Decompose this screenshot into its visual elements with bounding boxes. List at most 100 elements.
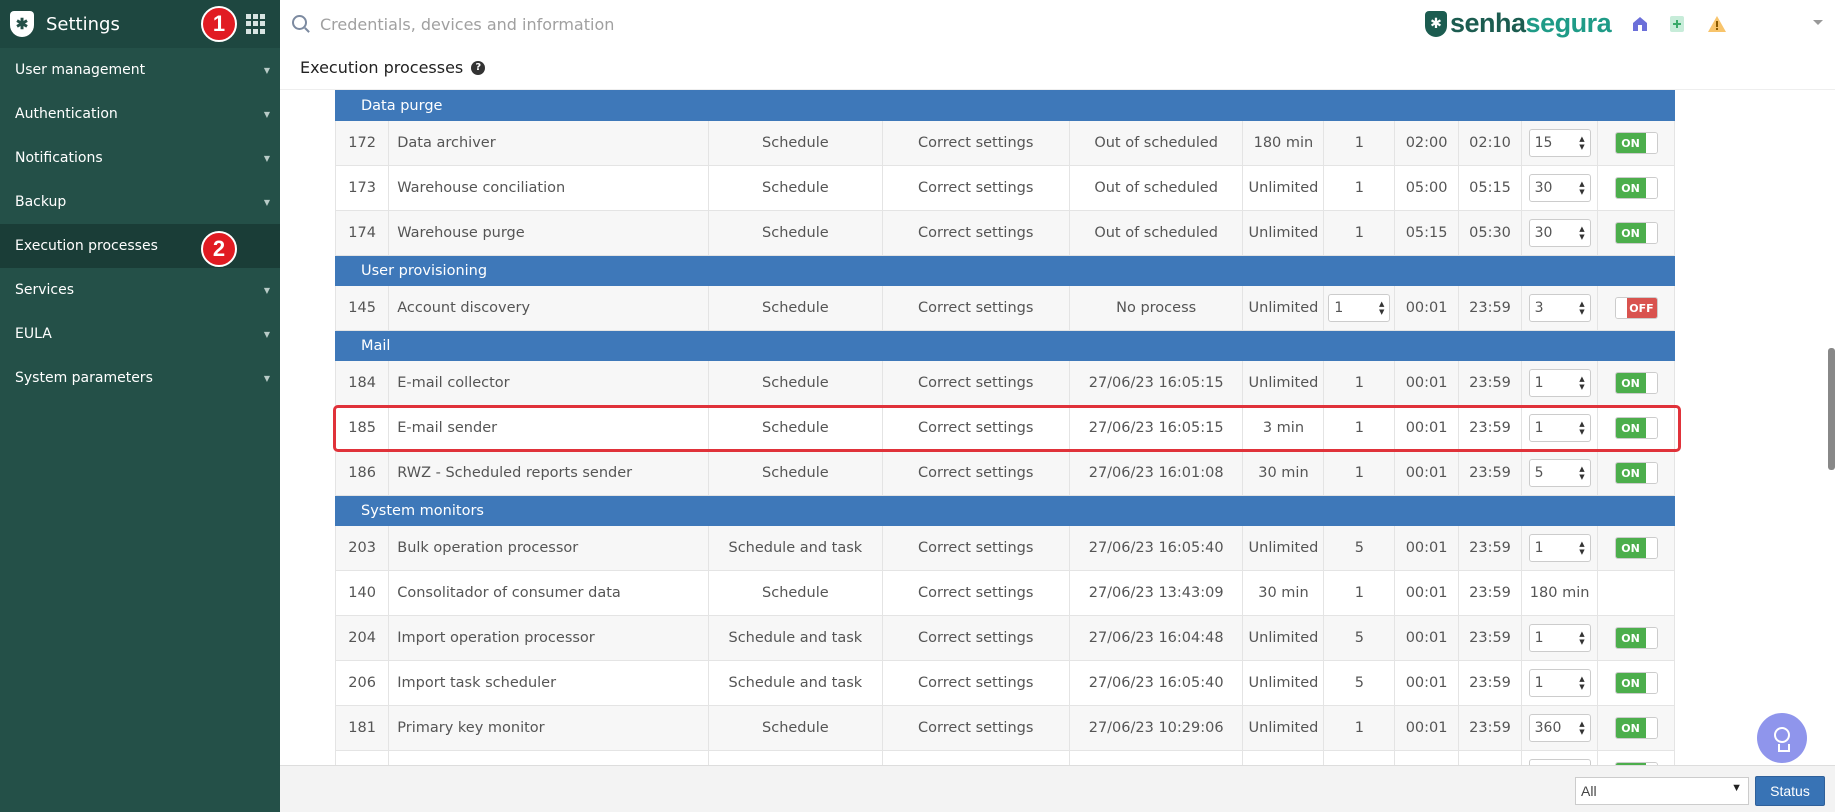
cell-config-text: Correct settings [918, 630, 1034, 646]
status-filter-select[interactable]: All ▼ [1575, 777, 1749, 805]
sidebar-item[interactable]: System parameters ▼ [0, 356, 280, 400]
cell-id-text: 204 [348, 630, 376, 646]
status-toggle[interactable]: OFF [1614, 297, 1658, 319]
sidebar-item[interactable]: User management ▼ [0, 48, 280, 92]
cell-mode-text: Schedule [762, 300, 829, 316]
cell-name: E-mail sender [388, 405, 710, 451]
spinner-arrows-icon[interactable]: ▲ ▼ [1579, 420, 1584, 436]
cell-id-text: 173 [348, 180, 376, 196]
cell-interval: 1 ▲ ▼ [1521, 660, 1599, 706]
cell-last: 27/06/23 16:04:48 [1068, 615, 1244, 661]
cell-config-text: Correct settings [918, 375, 1034, 391]
sidebar-item[interactable]: Authentication ▼ [0, 92, 280, 136]
instances-input[interactable]: 1 ▲ ▼ [1328, 294, 1391, 322]
interval-input[interactable]: 1 ▲ ▼ [1528, 369, 1591, 397]
cell-config: Correct settings [881, 405, 1070, 451]
cell-inst: 1 [1323, 165, 1396, 211]
cell-last: Out of scheduled [1068, 165, 1244, 211]
cell-last: No process [1068, 285, 1244, 331]
instances-input-value: 1 [1334, 300, 1344, 316]
cell-last-text: Out of scheduled [1094, 225, 1218, 241]
spinner-arrows-icon[interactable]: ▲ ▼ [1579, 675, 1584, 691]
sidebar-item[interactable]: Backup ▼ [0, 180, 280, 224]
table-row: 186 RWZ - Scheduled reports sender Schedul… [334, 450, 1675, 496]
search-input[interactable] [320, 12, 820, 36]
cell-start: 00:01 [1394, 285, 1459, 331]
status-toggle[interactable]: ON [1614, 132, 1658, 154]
spinner-arrows-icon[interactable]: ▲ ▼ [1579, 135, 1584, 151]
status-button[interactable]: Status [1755, 776, 1825, 806]
spinner-arrows-icon[interactable]: ▲ ▼ [1379, 300, 1384, 316]
status-toggle[interactable]: ON [1614, 372, 1658, 394]
interval-input[interactable]: 30 ▲ ▼ [1528, 219, 1591, 247]
cell-mode: Schedule [708, 165, 883, 211]
cell-mode-text: Schedule [762, 585, 829, 601]
cell-mode-text: Schedule [762, 720, 829, 736]
sidebar-item-label: User management [15, 62, 146, 78]
warning-icon[interactable] [1707, 14, 1727, 34]
status-toggle[interactable]: ON [1614, 177, 1658, 199]
interval-input[interactable]: 360 ▲ ▼ [1528, 714, 1591, 742]
toggle-knob [1645, 718, 1657, 738]
cell-limit: Unlimited [1242, 705, 1325, 751]
sidebar-title: Settings [46, 13, 120, 35]
status-toggle[interactable]: ON [1614, 537, 1658, 559]
spinner-arrows-icon[interactable]: ▲ ▼ [1579, 300, 1584, 316]
cell-id-text: 186 [348, 465, 376, 481]
interval-input[interactable]: 15 ▲ ▼ [1528, 129, 1591, 157]
cell-inst-text: 1 [1354, 420, 1364, 436]
interval-input[interactable]: 30 ▲ ▼ [1528, 174, 1591, 202]
scrollbar[interactable] [1828, 348, 1835, 470]
cell-name: E-mail collector [388, 360, 710, 406]
cell-inst: 1 [1323, 405, 1396, 451]
user-menu-caret-icon[interactable] [1813, 20, 1823, 25]
toggle-knob [1615, 298, 1627, 318]
home-icon[interactable] [1630, 14, 1650, 34]
cell-status: ON [1597, 165, 1675, 211]
cell-name-text: Primary key monitor [397, 720, 545, 736]
interval-input[interactable]: 1 ▲ ▼ [1528, 414, 1591, 442]
cell-config: Correct settings [881, 210, 1070, 256]
sidebar-item-label: Backup [15, 194, 67, 210]
cell-limit-text: 3 min [1262, 420, 1305, 436]
toggle-knob [1645, 223, 1657, 243]
spinner-arrows-icon[interactable]: ▲ ▼ [1579, 720, 1584, 736]
interval-input[interactable]: 5 ▲ ▼ [1528, 459, 1591, 487]
toggle-knob [1645, 133, 1657, 153]
spinner-arrows-icon[interactable]: ▲ ▼ [1579, 540, 1584, 556]
spinner-arrows-icon[interactable]: ▲ ▼ [1579, 630, 1584, 646]
add-icon[interactable] [1667, 14, 1687, 34]
toggle-on-label: ON [1615, 463, 1646, 483]
interval-input-value: 3 [1534, 300, 1544, 316]
interval-input[interactable]: 1 ▲ ▼ [1528, 624, 1591, 652]
interval-input[interactable]: 1 ▲ ▼ [1528, 534, 1591, 562]
cell-config: Correct settings [881, 615, 1070, 661]
cell-config: Correct settings [881, 450, 1070, 496]
help-icon[interactable]: ? [471, 60, 486, 75]
status-toggle[interactable]: ON [1614, 417, 1658, 439]
sidebar-item[interactable]: EULA ▼ [0, 312, 280, 356]
status-toggle[interactable]: ON [1614, 672, 1658, 694]
cell-name-text: Import operation processor [397, 630, 595, 646]
interval-input[interactable]: 3 ▲ ▼ [1528, 294, 1591, 322]
status-toggle[interactable]: ON [1614, 222, 1658, 244]
status-toggle[interactable]: ON [1614, 462, 1658, 484]
table-row: 173 Warehouse conciliation Schedule Correct… [334, 165, 1675, 211]
sidebar-item[interactable]: Notifications ▼ [0, 136, 280, 180]
tips-button[interactable] [1757, 713, 1807, 763]
cell-inst: 1 [1323, 570, 1396, 616]
sidebar-item[interactable]: Execution processes [0, 224, 280, 268]
interval-input[interactable]: 1 ▲ ▼ [1528, 669, 1591, 697]
sidebar-item[interactable]: Services ▼ [0, 268, 280, 312]
dropdown-arrow-icon: ▼ [1731, 782, 1742, 794]
spinner-arrows-icon[interactable]: ▲ ▼ [1579, 465, 1584, 481]
apps-grid-icon[interactable] [246, 14, 266, 34]
spinner-arrows-icon[interactable]: ▲ ▼ [1579, 225, 1584, 241]
cell-name: Import operation processor [388, 615, 710, 661]
cell-start-text: 00:01 [1405, 465, 1448, 481]
status-toggle[interactable]: ON [1614, 717, 1658, 739]
spinner-arrows-icon[interactable]: ▲ ▼ [1579, 180, 1584, 196]
spinner-arrows-icon[interactable]: ▲ ▼ [1579, 375, 1584, 391]
status-toggle[interactable]: ON [1614, 627, 1658, 649]
cell-end-text: 05:15 [1469, 180, 1511, 196]
